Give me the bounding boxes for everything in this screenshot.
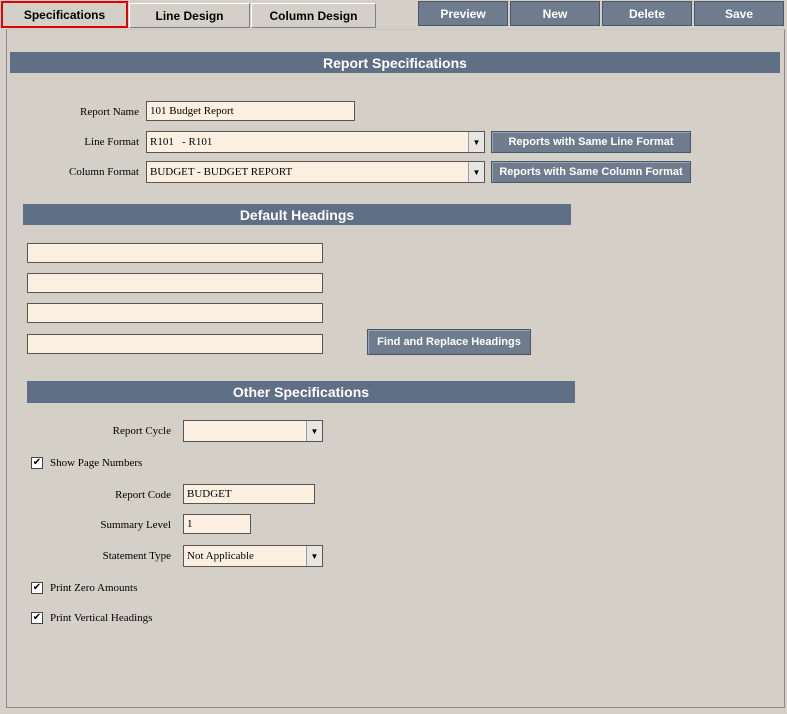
statement-type-value: Not Applicable <box>187 550 254 562</box>
column-format-select[interactable]: BUDGET - BUDGET REPORT ▼ <box>146 161 485 183</box>
tab-specifications[interactable]: Specifications <box>1 1 128 28</box>
line-format-label: Line Format <box>84 136 139 148</box>
find-replace-headings-button[interactable]: Find and Replace Headings <box>367 329 531 355</box>
other-specifications-header: Other Specifications <box>27 381 575 403</box>
report-name-label: Report Name <box>80 106 139 118</box>
chevron-down-icon[interactable]: ▼ <box>306 546 322 566</box>
reports-same-column-format-button[interactable]: Reports with Same Column Format <box>491 161 691 183</box>
print-zero-amounts-checkbox[interactable]: ✔ <box>31 582 43 594</box>
tab-line-design[interactable]: Line Design <box>129 3 250 28</box>
print-zero-amounts-label: Print Zero Amounts <box>50 582 138 594</box>
print-vertical-headings-label: Print Vertical Headings <box>50 612 153 624</box>
report-cycle-label: Report Cycle <box>112 425 171 437</box>
heading-field-2[interactable] <box>27 273 323 293</box>
chevron-down-icon[interactable]: ▼ <box>468 162 484 182</box>
heading-field-4[interactable] <box>27 334 323 354</box>
statement-type-label: Statement Type <box>102 550 171 562</box>
checkmark-icon: ✔ <box>32 612 42 623</box>
checkmark-icon: ✔ <box>32 582 42 593</box>
show-page-numbers-label: Show Page Numbers <box>50 457 143 469</box>
heading-field-3[interactable] <box>27 303 323 323</box>
heading-field-1[interactable] <box>27 243 323 263</box>
reports-same-line-format-button[interactable]: Reports with Same Line Format <box>491 131 691 153</box>
report-code-label: Report Code <box>115 489 171 501</box>
show-page-numbers-checkbox[interactable]: ✔ <box>31 457 43 469</box>
statement-type-select[interactable]: Not Applicable ▼ <box>183 545 323 567</box>
report-name-field[interactable]: 101 Budget Report <box>146 101 355 121</box>
checkmark-icon: ✔ <box>32 457 42 468</box>
report-cycle-select[interactable]: ▼ <box>183 420 323 442</box>
line-format-select[interactable]: R101 - R101 ▼ <box>146 131 485 153</box>
summary-level-field[interactable]: 1 <box>183 514 251 534</box>
new-button[interactable]: New <box>510 1 600 26</box>
save-button[interactable]: Save <box>694 1 784 26</box>
chevron-down-icon[interactable]: ▼ <box>306 421 322 441</box>
tab-column-design[interactable]: Column Design <box>251 3 376 28</box>
summary-level-label: Summary Level <box>100 519 171 531</box>
print-vertical-headings-checkbox[interactable]: ✔ <box>31 612 43 624</box>
preview-button[interactable]: Preview <box>418 1 508 26</box>
column-format-label: Column Format <box>69 166 139 178</box>
report-specifications-header: Report Specifications <box>10 52 780 73</box>
column-format-value: BUDGET - BUDGET REPORT <box>150 166 293 178</box>
chevron-down-icon[interactable]: ▼ <box>468 132 484 152</box>
report-code-field[interactable]: BUDGET <box>183 484 315 504</box>
default-headings-header: Default Headings <box>23 204 571 225</box>
line-format-value: R101 - R101 <box>150 136 213 148</box>
delete-button[interactable]: Delete <box>602 1 692 26</box>
